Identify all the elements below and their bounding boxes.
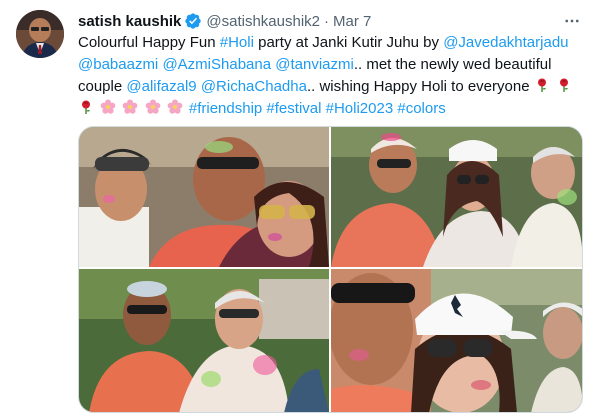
author-name[interactable]: satish kaushik <box>78 13 181 30</box>
mention-link[interactable]: @tanviazmi <box>275 56 354 73</box>
hashtag-link[interactable]: #festival <box>266 100 321 117</box>
blossom-emoji-icon <box>145 99 161 115</box>
mention-link[interactable]: @alifazal9 <box>126 78 196 95</box>
profile-photo <box>16 10 64 58</box>
tweet-text: Colourful Happy Fun #Holi party at Janki… <box>78 32 588 120</box>
more-options-icon[interactable] <box>562 11 582 31</box>
rose-emoji-icon <box>78 99 94 115</box>
blossom-emoji-icon <box>122 99 138 115</box>
holi-group-selfie-photo[interactable] <box>79 127 329 267</box>
hashtag-link[interactable]: #colors <box>397 100 445 117</box>
holi-two-men-photo[interactable] <box>79 269 329 412</box>
rose-emoji-icon <box>556 77 572 93</box>
rose-emoji-icon <box>534 77 550 93</box>
author-handle[interactable]: @satishkaushik2 <box>206 13 320 30</box>
tweet-text-segment: Colourful Happy Fun <box>78 34 220 51</box>
media-grid <box>78 126 583 413</box>
tweet-text-segment: .. wishing Happy Holi to everyone <box>306 78 534 95</box>
separator-dot: · <box>324 12 330 30</box>
hashtag-link[interactable]: #Holi2023 <box>326 100 394 117</box>
tweet-header: satish kaushik @satishkaushik2 · Mar 7 <box>78 11 582 31</box>
blossom-emoji-icon <box>100 99 116 115</box>
tweet: satish kaushik @satishkaushik2 · Mar 7 C… <box>0 0 598 419</box>
mention-link[interactable]: @babaazmi <box>78 56 158 73</box>
hashtag-link[interactable]: #Holi <box>220 34 254 51</box>
tweet-timestamp[interactable]: Mar 7 <box>333 13 371 30</box>
mention-link[interactable]: @RichaChadha <box>201 78 307 95</box>
verified-badge-icon <box>184 12 202 30</box>
mention-link[interactable]: @AzmiShabana <box>162 56 271 73</box>
holi-closeup-selfie-photo[interactable] <box>331 269 582 412</box>
author-avatar[interactable] <box>16 10 64 58</box>
tweet-text-segment: party at Janki Kutir Juhu by <box>253 34 444 51</box>
mention-link[interactable]: @Javedakhtarjadu <box>443 34 568 51</box>
holi-couple-photo[interactable] <box>331 127 582 267</box>
hashtag-link[interactable]: #friendship <box>189 100 262 117</box>
blossom-emoji-icon <box>167 99 183 115</box>
